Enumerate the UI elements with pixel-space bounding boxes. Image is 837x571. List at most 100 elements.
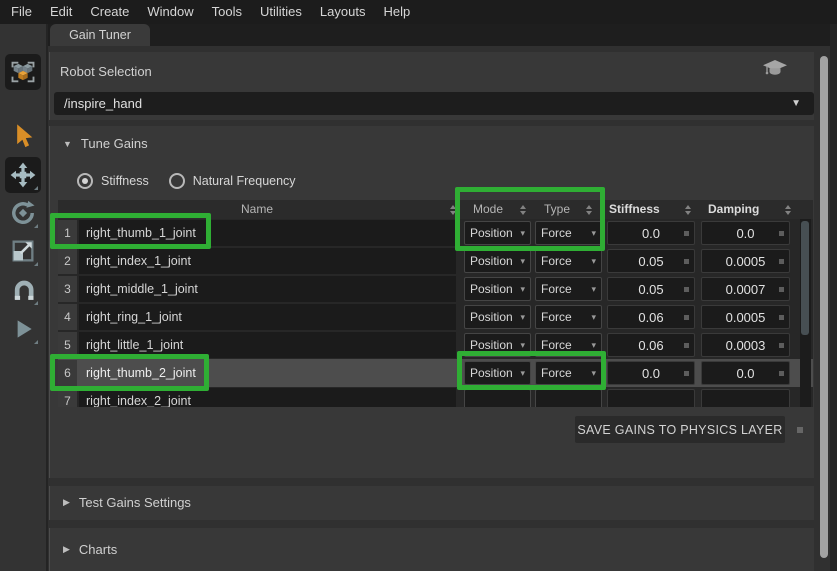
- mode-dropdown[interactable]: Position ▾: [464, 277, 531, 301]
- scale-tool-button[interactable]: [5, 233, 41, 269]
- chevron-down-icon: ▾: [520, 367, 525, 378]
- radio-stiffness[interactable]: Stiffness: [77, 173, 149, 189]
- tool-options-notch: [34, 186, 38, 190]
- select-mode-button[interactable]: [5, 54, 41, 90]
- value-drag-handle: [684, 259, 689, 264]
- stiffness-field[interactable]: 0.05: [607, 277, 695, 301]
- collapse-closed-icon: ▶: [63, 497, 70, 507]
- snap-tool-button[interactable]: [5, 272, 41, 308]
- sort-icon[interactable]: [784, 203, 792, 216]
- damping-field[interactable]: 0.0: [701, 361, 790, 385]
- table-row[interactable]: 2 right_index_1_joint Position ▾ Force ▾ 0…: [58, 247, 813, 275]
- test-gains-header[interactable]: ▶ Test Gains Settings: [63, 495, 191, 510]
- menu-create[interactable]: Create: [81, 0, 138, 24]
- test-gains-section: ▶ Test Gains Settings: [49, 486, 814, 520]
- tune-gains-header[interactable]: ▼ Tune Gains: [63, 136, 148, 151]
- table-row[interactable]: 3 right_middle_1_joint Position ▾ Force ▾ …: [58, 275, 813, 303]
- joint-name-cell[interactable]: right_middle_1_joint: [79, 276, 456, 302]
- play-button[interactable]: [5, 311, 41, 347]
- type-dropdown[interactable]: Force ▾: [535, 333, 602, 357]
- mode-dropdown[interactable]: [464, 389, 531, 407]
- value-drag-handle: [779, 231, 784, 236]
- tool-options-notch: [34, 301, 38, 305]
- damping-field[interactable]: 0.0007: [701, 277, 790, 301]
- save-gains-button[interactable]: SAVE GAINS TO PHYSICS LAYER: [575, 416, 785, 443]
- row-index: 1: [58, 220, 77, 246]
- type-dropdown[interactable]: Force ▾: [535, 305, 602, 329]
- tune-gains-title: Tune Gains: [80, 136, 148, 151]
- menu-utilities[interactable]: Utilities: [251, 0, 311, 24]
- type-dropdown[interactable]: Force ▾: [535, 249, 602, 273]
- tutorial-button[interactable]: [762, 58, 788, 85]
- robot-selector-dropdown[interactable]: /inspire_hand ▼: [54, 92, 814, 115]
- tab-gain-tuner[interactable]: Gain Tuner: [50, 24, 150, 46]
- menu-help[interactable]: Help: [374, 0, 419, 24]
- menu-layouts[interactable]: Layouts: [311, 0, 375, 24]
- damping-field[interactable]: 0.0005: [701, 305, 790, 329]
- radio-natural-frequency[interactable]: Natural Frequency: [168, 173, 296, 189]
- value-drag-handle: [684, 287, 689, 292]
- rotate-tool-button[interactable]: [5, 195, 41, 231]
- joint-name-cell[interactable]: right_index_2_joint: [79, 388, 456, 407]
- type-dropdown[interactable]: Force ▾: [535, 221, 602, 245]
- menu-edit[interactable]: Edit: [41, 0, 81, 24]
- col-type[interactable]: Type: [544, 202, 570, 216]
- mode-dropdown[interactable]: Position ▾: [464, 361, 531, 385]
- table-scrollbar-track[interactable]: [800, 219, 811, 407]
- stiffness-field[interactable]: 0.0: [607, 361, 695, 385]
- damping-field[interactable]: 0.0003: [701, 333, 790, 357]
- tool-options-notch: [34, 340, 38, 344]
- table-row[interactable]: 1 right_thumb_1_joint Position ▾ Force ▾ 0…: [58, 219, 813, 247]
- col-name[interactable]: Name: [58, 202, 456, 216]
- col-stiffness[interactable]: Stiffness: [609, 202, 660, 216]
- type-dropdown[interactable]: Force ▾: [535, 277, 602, 301]
- damping-field[interactable]: [701, 389, 790, 407]
- stiffness-field[interactable]: 0.06: [607, 333, 695, 357]
- sort-icon[interactable]: [519, 203, 527, 216]
- mode-dropdown[interactable]: Position ▾: [464, 333, 531, 357]
- mode-dropdown[interactable]: Position ▾: [464, 249, 531, 273]
- magnet-icon: [14, 280, 34, 300]
- stiffness-field[interactable]: 0.05: [607, 249, 695, 273]
- table-scrollbar-thumb[interactable]: [801, 221, 809, 335]
- col-mode[interactable]: Mode: [473, 202, 503, 216]
- joint-name-cell[interactable]: right_index_1_joint: [79, 248, 456, 274]
- menu-file[interactable]: File: [2, 0, 41, 24]
- value-drag-handle: [779, 343, 784, 348]
- select-tool-button[interactable]: [5, 118, 41, 154]
- joint-name-cell[interactable]: right_little_1_joint: [79, 332, 456, 358]
- collapse-closed-icon: ▶: [63, 544, 70, 554]
- menu-window[interactable]: Window: [138, 0, 202, 24]
- col-damping[interactable]: Damping: [708, 202, 759, 216]
- damping-field[interactable]: 0.0: [701, 221, 790, 245]
- mode-dropdown[interactable]: Position ▾: [464, 305, 531, 329]
- sort-icon[interactable]: [585, 203, 593, 216]
- stiffness-field[interactable]: [607, 389, 695, 407]
- table-row-selected[interactable]: 6 right_thumb_2_joint Position ▾ Force ▾ 0…: [58, 359, 813, 387]
- table-row[interactable]: 5 right_little_1_joint Position ▾ Force ▾ …: [58, 331, 813, 359]
- move-tool-button[interactable]: [5, 157, 41, 193]
- test-gains-title: Test Gains Settings: [78, 495, 191, 510]
- joint-name-cell[interactable]: right_ring_1_joint: [79, 304, 456, 330]
- menu-tools[interactable]: Tools: [203, 0, 251, 24]
- row-index: 4: [58, 304, 77, 330]
- joint-name-cell[interactable]: right_thumb_1_joint: [79, 220, 456, 246]
- mode-dropdown[interactable]: Position ▾: [464, 221, 531, 245]
- tune-gains-section: ▼ Tune Gains Stiffness Natural Frequency…: [49, 126, 814, 478]
- stiffness-field[interactable]: 0.06: [607, 305, 695, 329]
- value-drag-handle: [779, 371, 784, 376]
- sort-icon[interactable]: [684, 203, 692, 216]
- panel-divider: [46, 24, 48, 571]
- table-row[interactable]: 4 right_ring_1_joint Position ▾ Force ▾ 0.…: [58, 303, 813, 331]
- chevron-down-icon: ▾: [591, 339, 596, 350]
- joint-name-cell[interactable]: right_thumb_2_joint: [79, 360, 456, 386]
- sort-icon[interactable]: [449, 203, 457, 216]
- panel-scrollbar[interactable]: [820, 56, 828, 558]
- tab-label: Gain Tuner: [69, 28, 131, 42]
- stiffness-field[interactable]: 0.0: [607, 221, 695, 245]
- table-row[interactable]: 7 right_index_2_joint: [58, 387, 813, 407]
- charts-header[interactable]: ▶ Charts: [63, 542, 117, 557]
- type-dropdown[interactable]: [535, 389, 602, 407]
- damping-field[interactable]: 0.0005: [701, 249, 790, 273]
- type-dropdown[interactable]: Force ▾: [535, 361, 602, 385]
